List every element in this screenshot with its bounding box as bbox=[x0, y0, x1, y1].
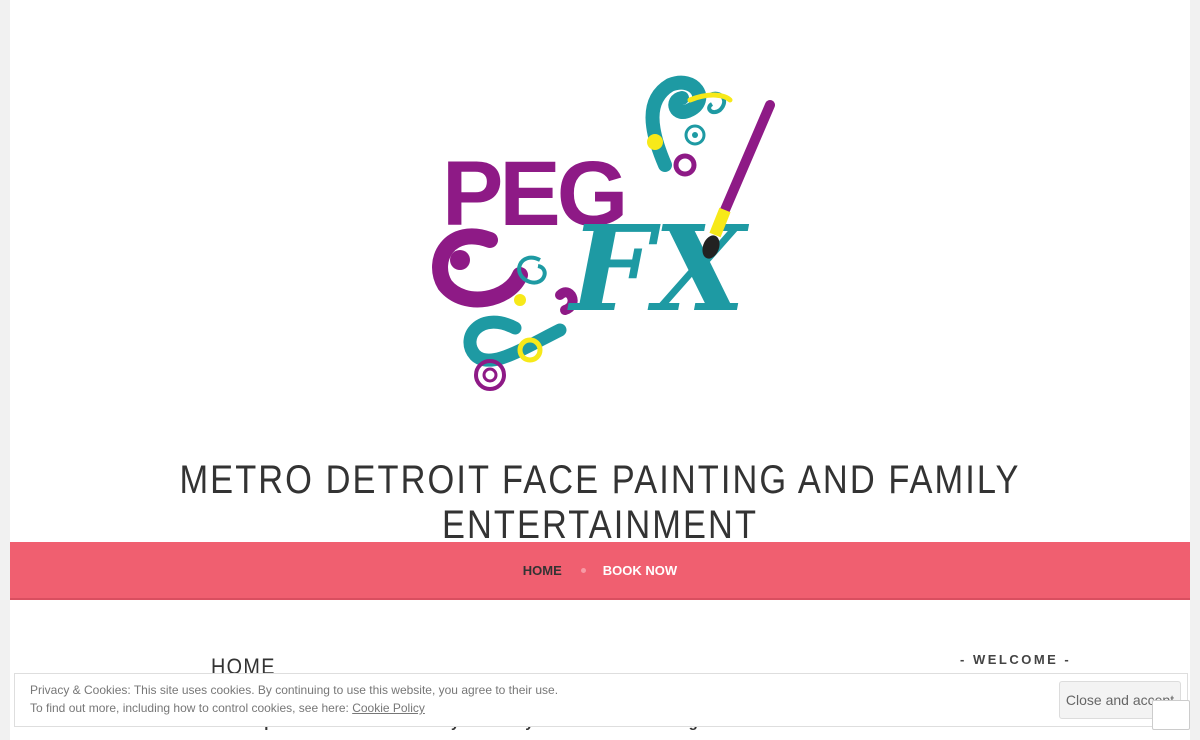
sidebar-widget-title: - WELCOME - bbox=[960, 652, 1072, 667]
cookie-notice-more: To find out more, including how to contr… bbox=[30, 701, 425, 715]
pegfx-logo-graphic: PEG FX bbox=[432, 75, 775, 391]
site-logo[interactable]: PEG FX bbox=[420, 70, 790, 410]
nav-item-home[interactable]: HOME bbox=[523, 563, 562, 578]
cookie-notice-prefix: To find out more, including how to contr… bbox=[30, 701, 353, 715]
cookie-policy-link[interactable]: Cookie Policy bbox=[352, 701, 425, 715]
nav-item-book-now[interactable]: BOOK NOW bbox=[603, 563, 677, 578]
site-title[interactable]: METRO DETROIT FACE PAINTING AND FAMILY E… bbox=[93, 458, 1108, 548]
page: PEG FX METRO DETROIT FACE PAINTING AND F… bbox=[10, 0, 1190, 740]
main-navigation: HOME BOOK NOW bbox=[10, 542, 1190, 600]
cookie-notice-text: Privacy & Cookies: This site uses cookie… bbox=[30, 683, 559, 697]
cookie-notice-banner: Privacy & Cookies: This site uses cookie… bbox=[14, 673, 1188, 727]
nav-separator-dot bbox=[580, 567, 586, 573]
scroll-widget-button[interactable] bbox=[1152, 700, 1190, 730]
